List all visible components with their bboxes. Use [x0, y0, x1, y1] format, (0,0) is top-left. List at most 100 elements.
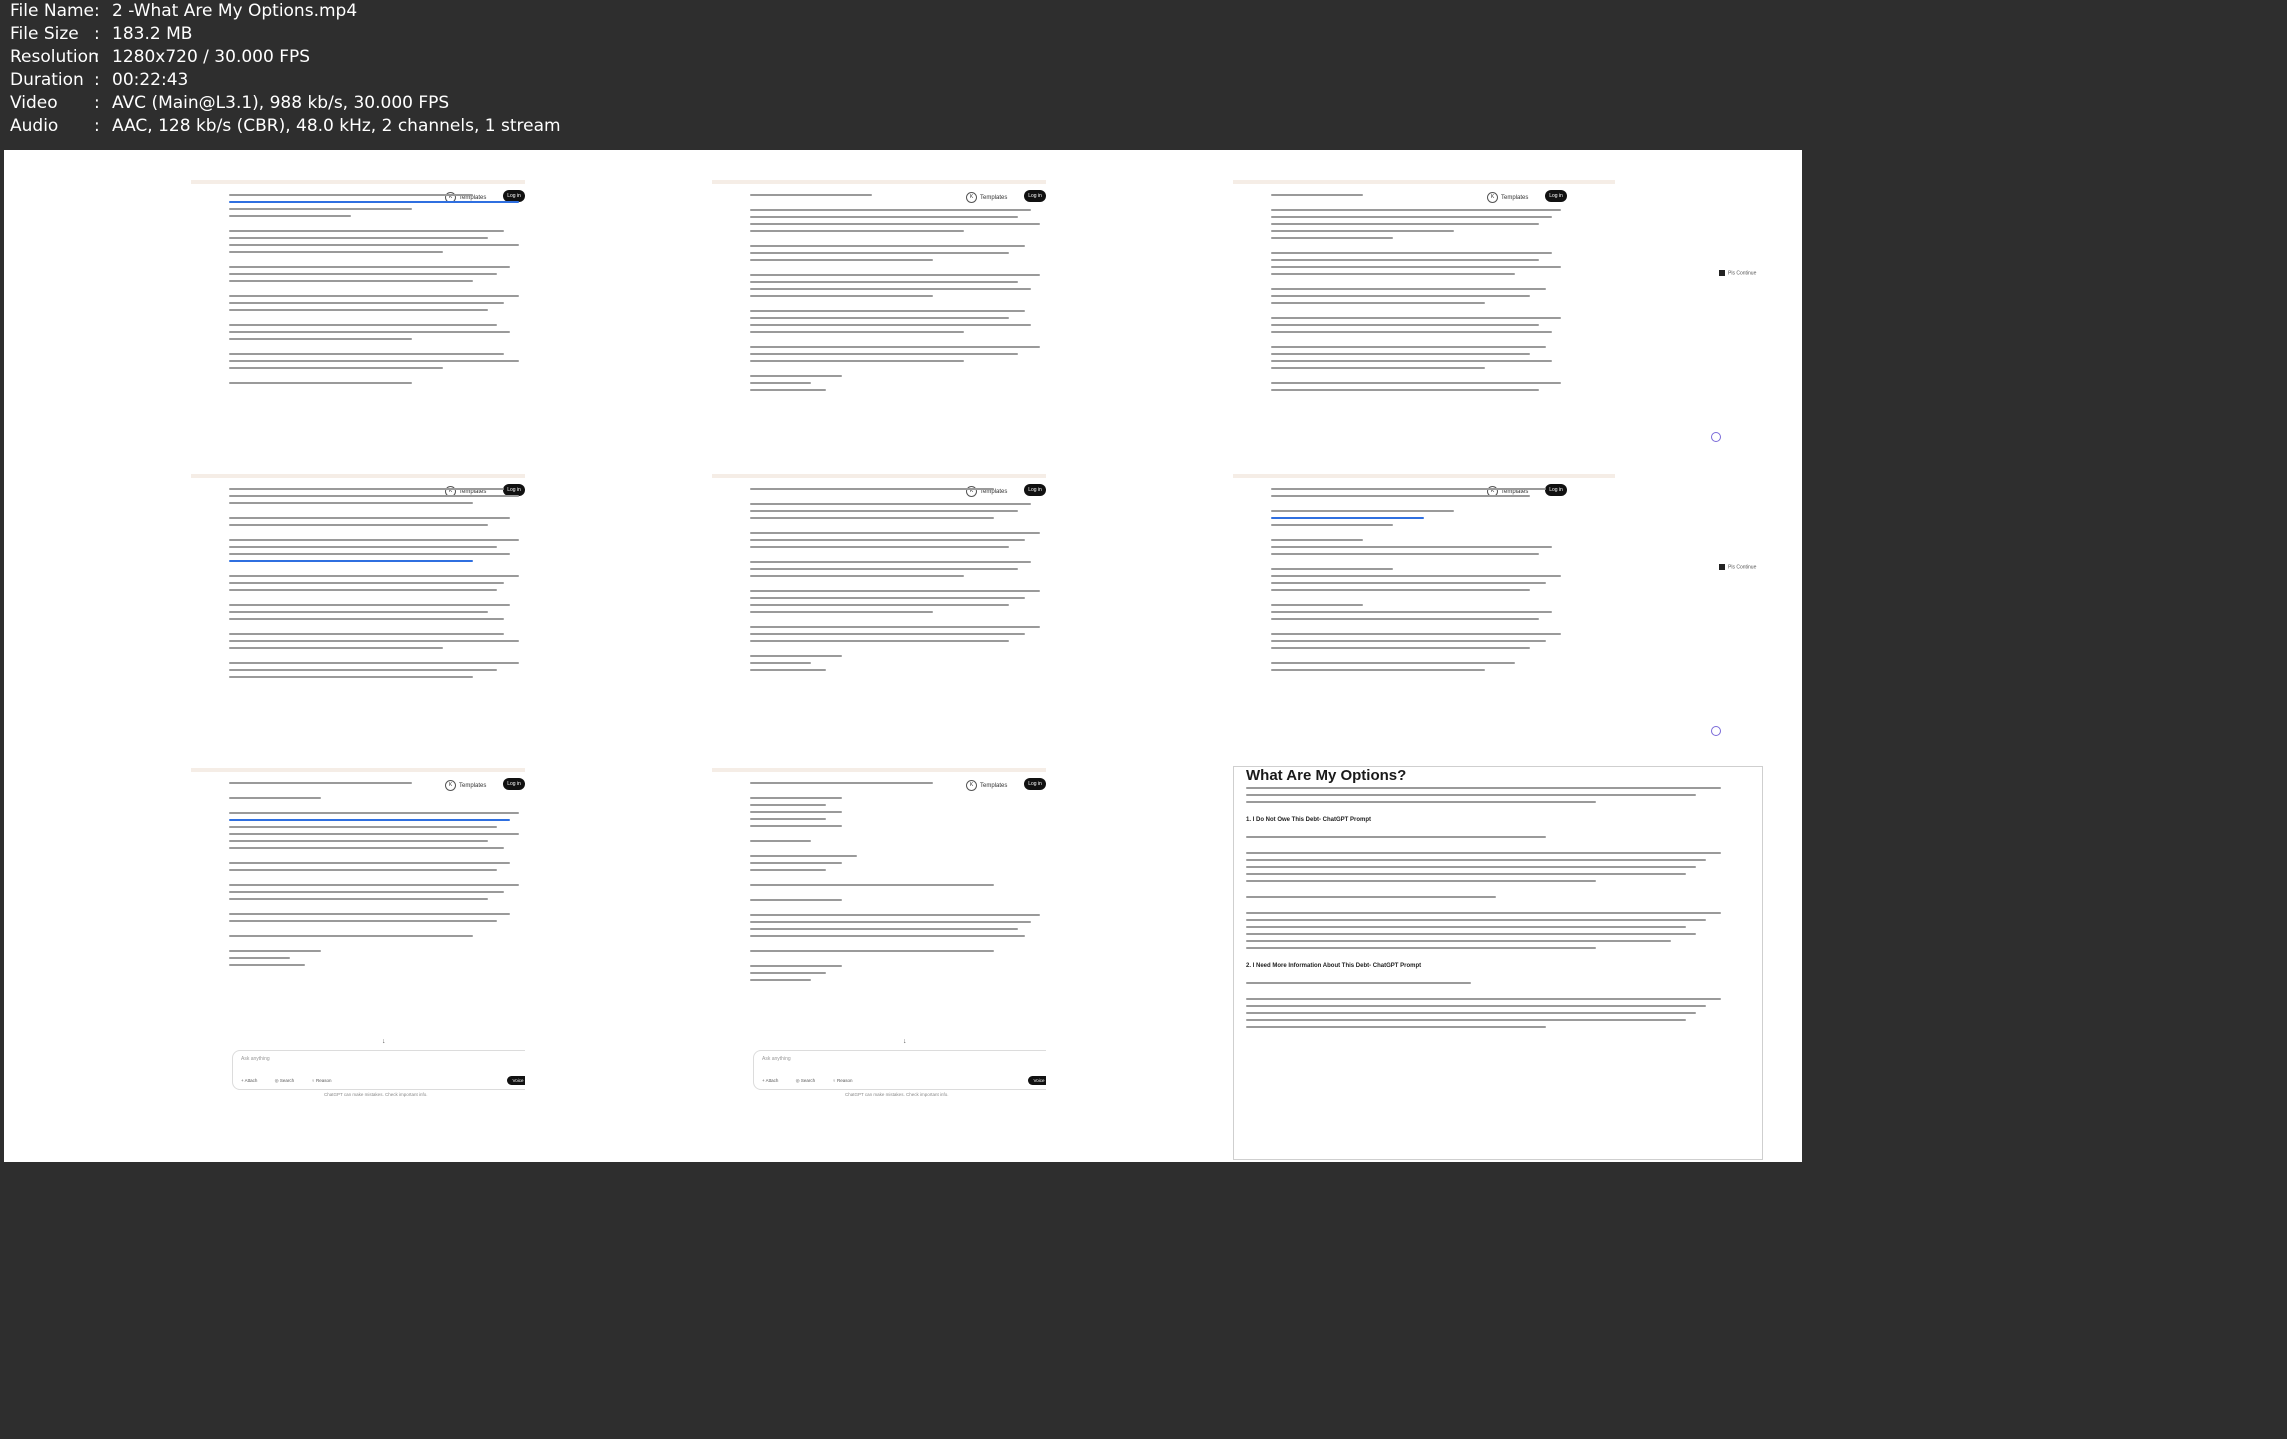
text-line — [1246, 926, 1686, 928]
text-line — [1271, 230, 1454, 232]
text-line — [1246, 801, 1596, 803]
text-line — [750, 604, 1010, 606]
page-top-accent — [191, 180, 573, 184]
text-line — [229, 669, 498, 671]
text-line — [750, 862, 842, 864]
search-button[interactable]: ◎ Search — [796, 1078, 823, 1083]
text-line — [229, 604, 510, 606]
text-line — [229, 502, 473, 504]
text-line — [750, 899, 842, 901]
continue-tag[interactable]: Pls Continue — [1719, 564, 1756, 570]
page-top-accent — [191, 768, 573, 772]
continue-tag[interactable]: Pls Continue — [1719, 270, 1756, 276]
text-line — [1246, 1019, 1686, 1021]
text-line — [229, 662, 519, 664]
text-line — [229, 618, 504, 620]
thumbnail-grid: KTemplates Log in Pls Continue ↓ Ask any… — [4, 150, 2284, 1438]
assistant-ring-icon[interactable] — [1711, 432, 1721, 442]
text-line — [229, 640, 519, 642]
text-line — [750, 539, 1025, 541]
resolution-value: 1280x720 / 30.000 FPS — [112, 47, 311, 67]
page-top-accent — [712, 180, 1094, 184]
text-line — [229, 884, 519, 886]
text-line — [750, 503, 1031, 505]
text-line — [229, 353, 504, 355]
text-line — [1271, 216, 1552, 218]
text-line — [750, 274, 1040, 276]
text-line — [1271, 288, 1546, 290]
chat-input-box[interactable]: Ask anything + Attach ◎ Search ♀ Reason … — [232, 1050, 536, 1090]
text-line — [750, 532, 1040, 534]
text-line — [750, 655, 842, 657]
text-line — [1246, 1026, 1546, 1028]
text-line — [750, 804, 827, 806]
attach-button[interactable]: + Attach — [762, 1078, 786, 1083]
disclaimer-text: ChatGPT can make mistakes. Check importa… — [845, 1092, 949, 1097]
text-line — [1246, 866, 1696, 868]
text-line — [750, 669, 827, 671]
scroll-down-icon[interactable]: ↓ — [382, 1038, 386, 1045]
text-line — [1271, 640, 1546, 642]
text-line — [229, 589, 498, 591]
text-line — [1271, 295, 1531, 297]
text-line — [229, 338, 412, 340]
text-line — [750, 382, 811, 384]
text-line — [750, 488, 994, 490]
text-line — [229, 201, 519, 203]
text-line — [750, 662, 811, 664]
text-line — [750, 979, 811, 981]
video-row: Video: AVC (Main@L3.1), 988 kb/s, 30.000 … — [10, 93, 450, 113]
reason-button[interactable]: ♀ Reason — [311, 1078, 339, 1083]
text-line — [750, 869, 827, 871]
text-line — [1246, 873, 1686, 875]
text-line — [750, 324, 1031, 326]
text-line — [1246, 880, 1596, 882]
text-line — [1271, 252, 1552, 254]
text-line — [229, 266, 510, 268]
text-line — [229, 647, 443, 649]
text-line — [1271, 346, 1546, 348]
chat-response-text — [750, 194, 1055, 460]
text-line — [1246, 896, 1496, 898]
text-line — [750, 561, 1031, 563]
text-line — [1271, 266, 1561, 268]
text-line — [229, 331, 510, 333]
text-line — [1271, 575, 1561, 577]
text-line — [1271, 317, 1561, 319]
text-line — [1271, 273, 1515, 275]
reason-button[interactable]: ♀ Reason — [832, 1078, 860, 1083]
text-line — [1271, 331, 1552, 333]
text-line — [1271, 589, 1531, 591]
page-top-accent — [712, 768, 1094, 772]
chat-input-box[interactable]: Ask anything + Attach ◎ Search ♀ Reason … — [753, 1050, 1057, 1090]
search-button[interactable]: ◎ Search — [275, 1078, 302, 1083]
chat-response-text — [229, 488, 534, 754]
text-line — [750, 855, 857, 857]
text-line — [750, 346, 1040, 348]
text-line — [1271, 611, 1552, 613]
video-thumbnail-document: What Are My Options? 1. I Do Not Owe Thi… — [1046, 738, 1802, 1162]
text-line — [1271, 669, 1485, 671]
continue-icon — [1719, 564, 1725, 570]
text-line — [750, 568, 1019, 570]
text-line — [229, 575, 519, 577]
text-line — [1271, 194, 1363, 196]
chat-response-text — [750, 782, 1055, 1048]
text-line — [750, 797, 842, 799]
attach-button[interactable]: + Attach — [241, 1078, 265, 1083]
resolution-row: Resolution: 1280x720 / 30.000 FPS — [10, 47, 311, 67]
text-line — [229, 517, 510, 519]
text-line — [229, 488, 504, 490]
text-line — [750, 223, 1040, 225]
text-line — [229, 920, 498, 922]
text-line — [229, 360, 519, 362]
scroll-down-icon[interactable]: ↓ — [903, 1038, 907, 1045]
chat-input-placeholder: Ask anything — [762, 1056, 791, 1062]
text-line — [229, 280, 473, 282]
chat-response-text — [229, 782, 534, 1048]
text-line — [750, 230, 964, 232]
assistant-ring-icon[interactable] — [1711, 726, 1721, 736]
text-line — [229, 309, 489, 311]
chat-response-text — [229, 194, 534, 460]
file-name-row: File Name: 2 -What Are My Options.mp4 — [10, 1, 358, 21]
